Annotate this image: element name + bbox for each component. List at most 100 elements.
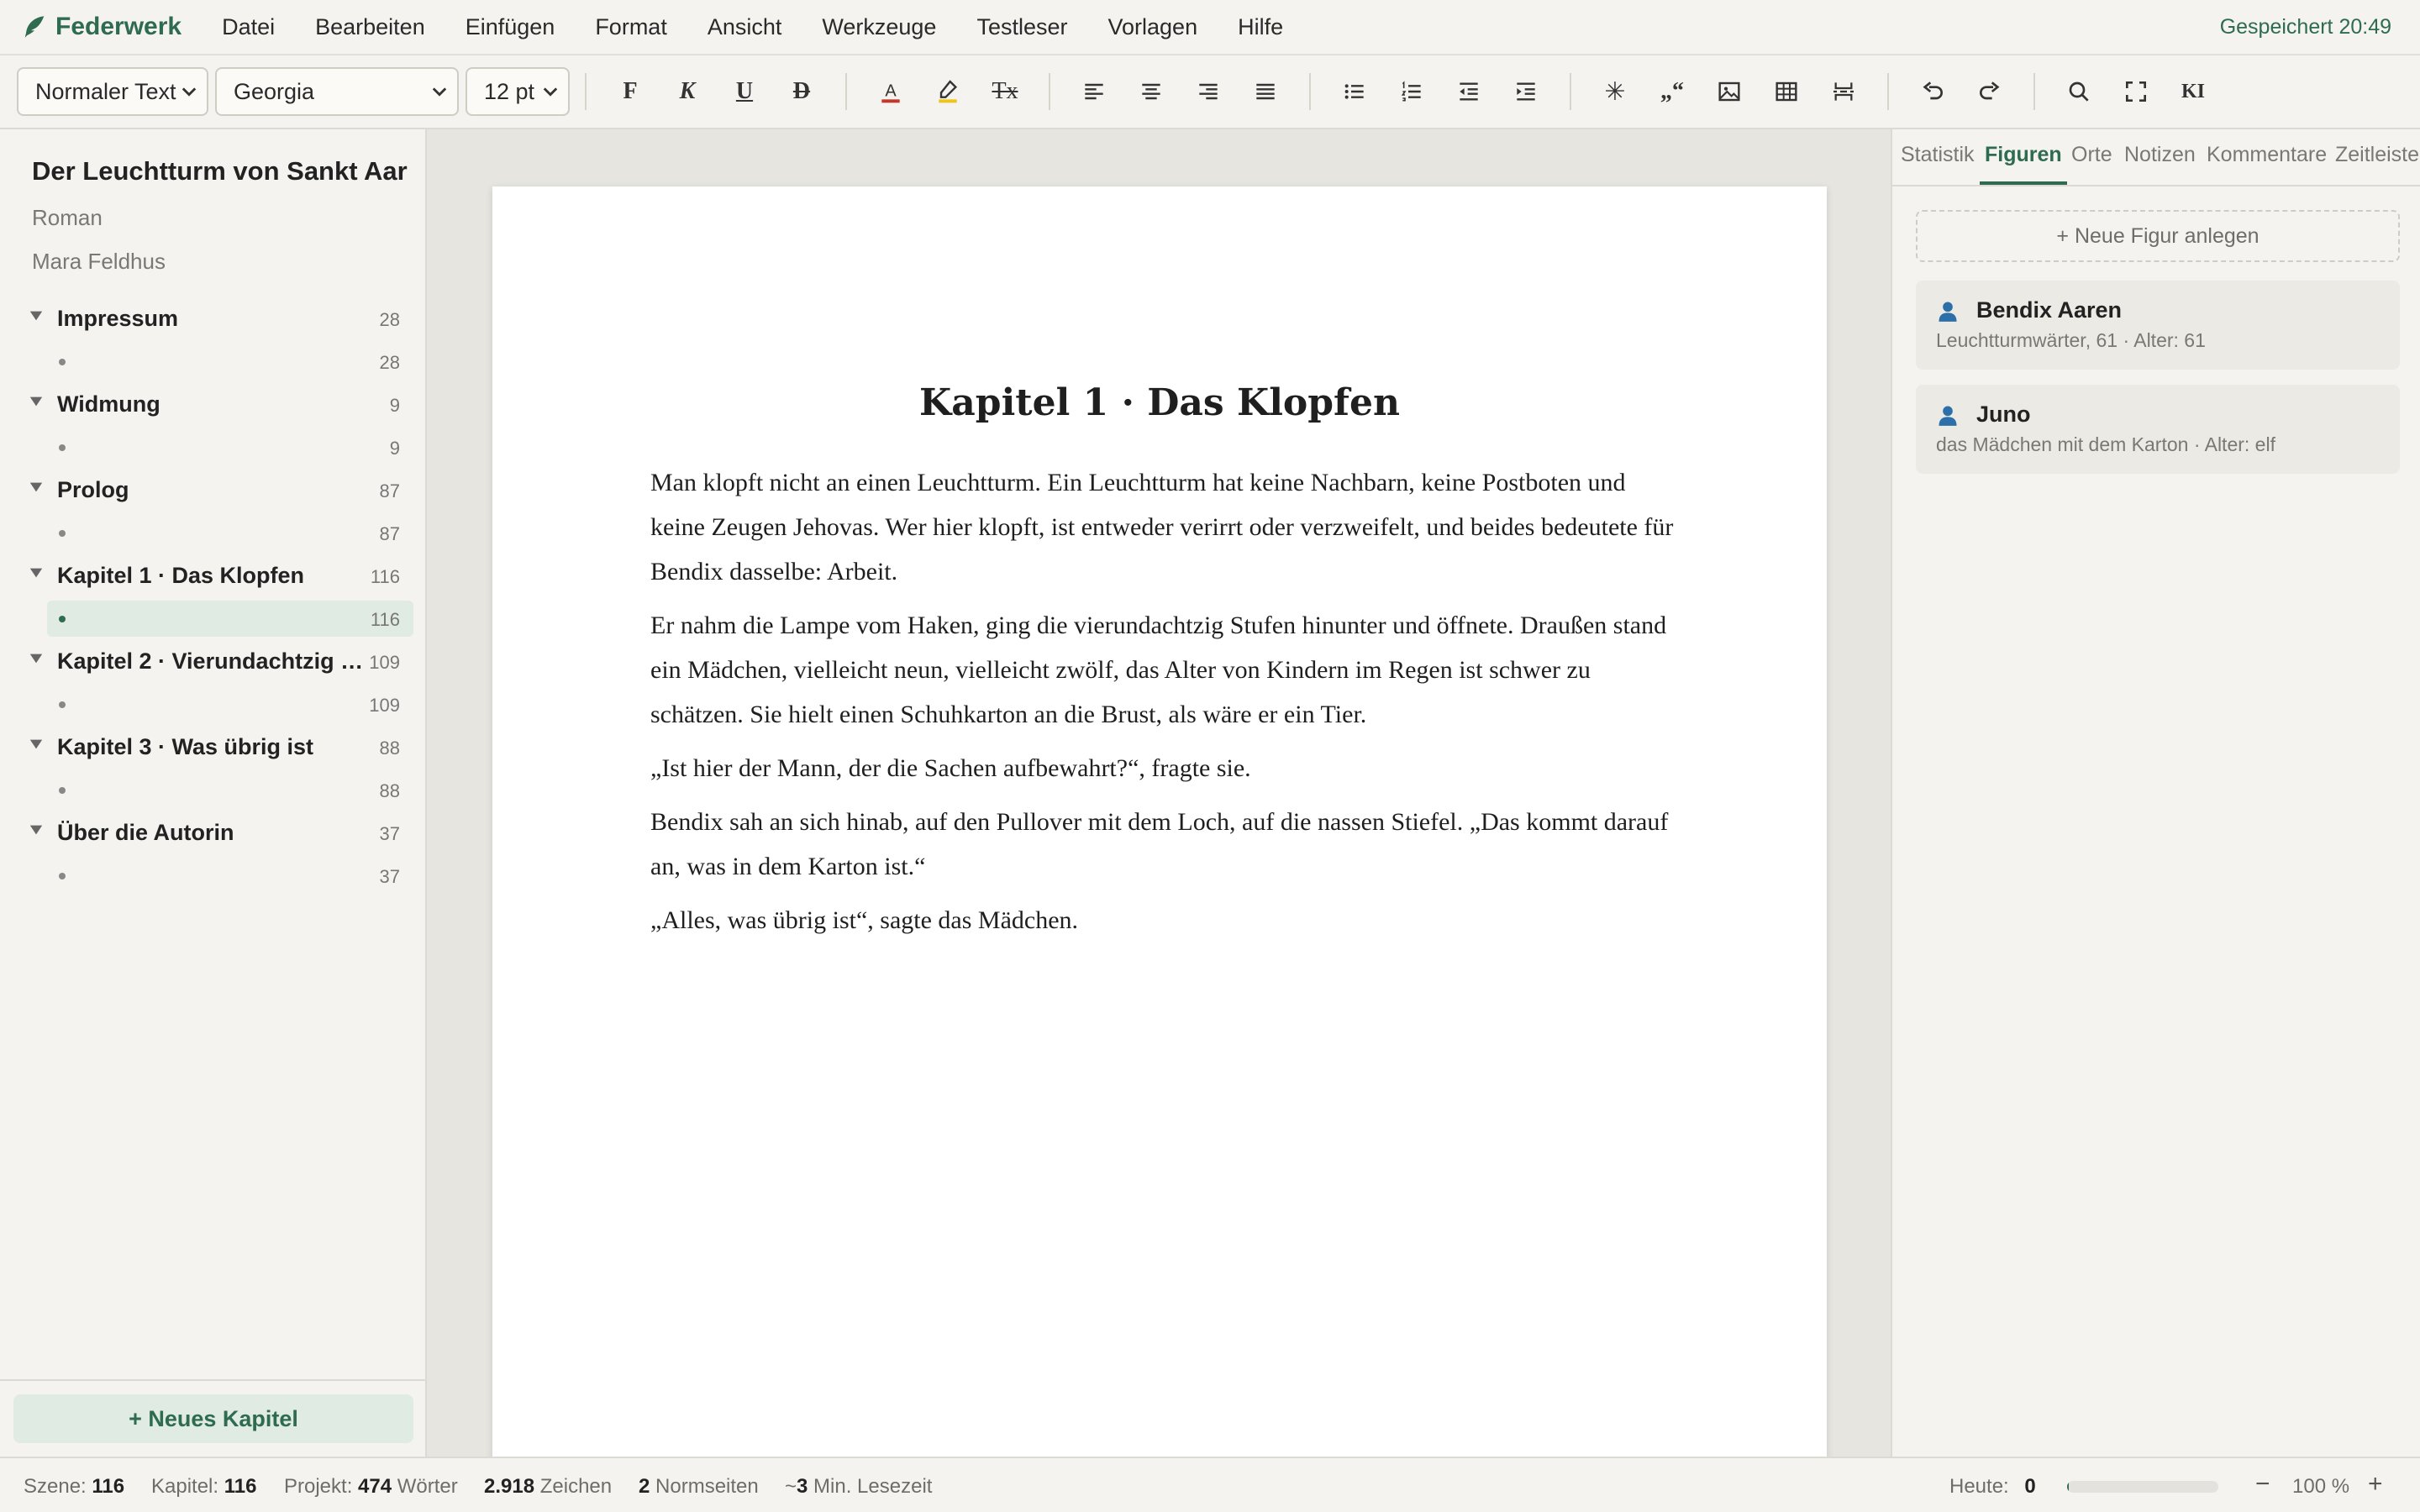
tab-zeitleiste[interactable]: Zeitleiste	[2335, 143, 2419, 167]
scene-item[interactable]: 9	[0, 426, 425, 469]
image-icon	[1718, 81, 1740, 102]
italic-button[interactable]: K	[663, 67, 712, 116]
menu-bar: Federwerk Datei Bearbeiten Einfügen Form…	[0, 0, 2420, 55]
paragraph-style-select[interactable]: Normaler Text	[17, 67, 208, 116]
scene-item[interactable]: 37	[0, 854, 425, 897]
search-button[interactable]	[2054, 67, 2103, 116]
paragraph[interactable]: „Alles, was übrig ist“, sagte das Mädche…	[650, 898, 1676, 942]
indent-button[interactable]	[1502, 67, 1550, 116]
redo-button[interactable]	[1965, 67, 2014, 116]
chapter-title: Kapitel 2 · Vierundachtzig …	[57, 648, 364, 674]
paragraph[interactable]: Man klopft nicht an einen Leuchtturm. Ei…	[650, 460, 1676, 594]
insert-page-break-button[interactable]	[1819, 67, 1868, 116]
tab-orte[interactable]: Orte	[2071, 143, 2112, 167]
caret-down-icon[interactable]	[29, 565, 44, 580]
figure-card[interactable]: Juno das Mädchen mit dem Karton · Alter:…	[1916, 385, 2400, 474]
menu-werkzeuge[interactable]: Werkzeuge	[802, 8, 956, 47]
chapter-item[interactable]: Über die Autorin 37	[0, 811, 425, 854]
chapter-title: Kapitel 3 · Was übrig ist	[57, 734, 314, 759]
chapter-title: Über die Autorin	[57, 820, 234, 845]
chapter-item[interactable]: Prolog 87	[0, 469, 425, 512]
align-justify-button[interactable]	[1241, 67, 1290, 116]
figure-card[interactable]: Bendix Aaren Leuchtturmwärter, 61 · Alte…	[1916, 281, 2400, 370]
ai-assistant-button[interactable]: KI	[2169, 67, 2217, 116]
caret-down-icon[interactable]	[29, 737, 44, 752]
panel-tabs: Statistik Figuren Orte Notizen Kommentar…	[1892, 129, 2420, 186]
formatting-toolbar: Normaler Text Georgia 12 pt F K U D A Tx	[0, 55, 2420, 129]
chapter-word-stat: Kapitel: 116	[151, 1475, 257, 1498]
person-icon	[1939, 406, 1957, 426]
zoom-in-button[interactable]: +	[2368, 1470, 2383, 1499]
project-sidebar: Der Leuchtturm von Sankt Aar Roman Mara …	[0, 129, 427, 1457]
chapter-word-count: 88	[379, 738, 400, 759]
highlight-button[interactable]	[923, 67, 972, 116]
menu-datei[interactable]: Datei	[202, 8, 295, 47]
caret-down-icon[interactable]	[29, 480, 44, 495]
tab-statistik[interactable]: Statistik	[1901, 143, 1975, 167]
scene-break-button[interactable]: ✳	[1591, 67, 1639, 116]
scene-item[interactable]: 88	[0, 769, 425, 811]
text-color-button[interactable]: A	[866, 67, 915, 116]
insert-table-button[interactable]	[1762, 67, 1811, 116]
chapter-item[interactable]: Kapitel 1 · Das Klopfen 116	[0, 554, 425, 597]
scene-item-active[interactable]: 116	[0, 597, 425, 640]
menu-hilfe[interactable]: Hilfe	[1218, 8, 1303, 47]
fullscreen-button[interactable]	[2112, 67, 2160, 116]
clear-formatting-button[interactable]: Tx	[981, 67, 1029, 116]
caret-down-icon[interactable]	[29, 822, 44, 837]
reading-time-stat: ~3 Min. Lesezeit	[785, 1475, 933, 1498]
chapter-word-count: 28	[379, 309, 400, 330]
indent-icon	[1517, 82, 1535, 101]
menu-testleser[interactable]: Testleser	[956, 8, 1087, 47]
caret-down-icon[interactable]	[29, 651, 44, 666]
font-size-select[interactable]: 12 pt	[466, 67, 570, 116]
paragraph[interactable]: Er nahm die Lampe vom Haken, ging die vi…	[650, 603, 1676, 737]
project-word-stat: Projekt: 474 Wörter	[284, 1475, 458, 1498]
chapter-item[interactable]: Kapitel 2 · Vierundachtzig … 109	[0, 640, 425, 683]
outdent-button[interactable]	[1444, 67, 1493, 116]
chapter-item[interactable]: Impressum 28	[0, 297, 425, 340]
document-body[interactable]: Man klopft nicht an einen Leuchtturm. Ei…	[650, 460, 1676, 952]
zoom-out-button[interactable]: −	[2255, 1470, 2270, 1499]
font-family-select[interactable]: Georgia	[215, 67, 459, 116]
numbered-list-button[interactable]	[1387, 67, 1436, 116]
chapter-item[interactable]: Widmung 9	[0, 383, 425, 426]
outdent-icon	[1460, 82, 1478, 101]
paragraph[interactable]: „Ist hier der Mann, der die Sachen aufbe…	[650, 746, 1676, 790]
scene-item[interactable]: 28	[0, 340, 425, 383]
align-left-button[interactable]	[1070, 67, 1118, 116]
figure-name: Juno	[1976, 402, 2031, 427]
underline-button[interactable]: U	[720, 67, 769, 116]
chapter-item[interactable]: Kapitel 3 · Was übrig ist 88	[0, 726, 425, 769]
toolbar-divider	[1887, 73, 1889, 110]
align-right-button[interactable]	[1184, 67, 1233, 116]
page-break-icon	[1833, 82, 1854, 101]
new-figure-button[interactable]: + Neue Figur anlegen	[1916, 210, 2400, 262]
menu-einfuegen[interactable]: Einfügen	[445, 8, 576, 47]
caret-down-icon[interactable]	[29, 394, 44, 409]
undo-button[interactable]	[1908, 67, 1957, 116]
new-chapter-button[interactable]: + Neues Kapitel	[13, 1394, 413, 1443]
strikethrough-button[interactable]: D	[777, 67, 826, 116]
menu-ansicht[interactable]: Ansicht	[687, 8, 802, 47]
tab-kommentare[interactable]: Kommentare	[2207, 143, 2327, 167]
toolbar-divider	[1570, 73, 1571, 110]
bullet-list-button[interactable]	[1330, 67, 1379, 116]
insert-image-button[interactable]	[1705, 67, 1754, 116]
quotation-marks-button[interactable]: „“	[1648, 67, 1697, 116]
bold-button[interactable]: F	[606, 67, 655, 116]
chapter-heading[interactable]: Kapitel 1 · Das Klopfen	[492, 381, 1827, 424]
caret-down-icon[interactable]	[29, 308, 44, 323]
menu-bearbeiten[interactable]: Bearbeiten	[295, 8, 445, 47]
scene-item[interactable]: 109	[0, 683, 425, 726]
tab-notizen[interactable]: Notizen	[2124, 143, 2196, 167]
paragraph[interactable]: Bendix sah an sich hinab, auf den Pullov…	[650, 800, 1676, 889]
daily-goal-progress-bar	[2067, 1481, 2218, 1493]
scene-item[interactable]: 87	[0, 512, 425, 554]
document-page[interactable]: Kapitel 1 · Das Klopfen Man klopft nicht…	[492, 186, 1827, 1457]
align-center-button[interactable]	[1127, 67, 1176, 116]
tab-figuren[interactable]: Figuren	[1985, 143, 2062, 167]
daily-goal-progress-fill	[2067, 1481, 2069, 1493]
menu-vorlagen[interactable]: Vorlagen	[1088, 8, 1218, 47]
menu-format[interactable]: Format	[575, 8, 687, 47]
